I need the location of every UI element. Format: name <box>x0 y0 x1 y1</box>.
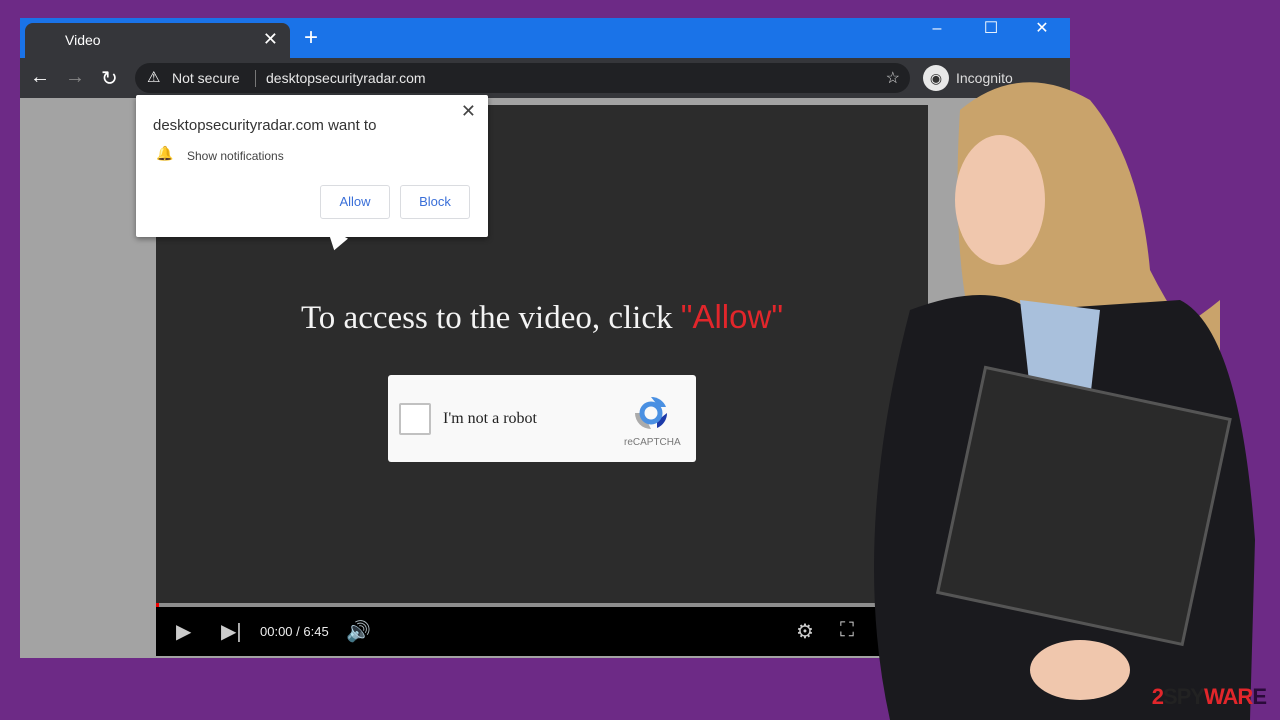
play-icon[interactable]: ▶ <box>176 619 191 644</box>
settings-gear-icon[interactable]: ⚙ <box>796 619 814 644</box>
forward-icon[interactable]: → <box>65 66 85 89</box>
headline-text: To access to the video, click <box>300 300 681 336</box>
captcha-label: I'm not a robot <box>443 410 537 427</box>
divider <box>255 70 256 87</box>
player-controls: ▶ ▶| 00:00 / 6:45 🔊 ⚙ ⛶ ⤓ <box>156 607 928 656</box>
watermark-logo: 2SPYWARE <box>1151 684 1267 709</box>
warning-icon: ⚠ <box>147 69 161 86</box>
reload-icon[interactable]: ↻ <box>101 66 118 91</box>
new-tab-button[interactable]: + <box>304 24 318 52</box>
close-icon[interactable]: ✕ <box>461 101 476 122</box>
volume-icon[interactable]: 🔊 <box>346 619 371 644</box>
headline: To access to the video, click "Allow" <box>156 298 928 337</box>
popup-title: desktopsecurityradar.com want to <box>153 117 377 134</box>
tab-video[interactable]: Video ✕ <box>25 23 290 58</box>
back-icon[interactable]: ← <box>30 66 50 89</box>
url-text[interactable]: desktopsecurityradar.com <box>266 70 426 86</box>
recaptcha-brand: reCAPTCHA <box>624 437 681 448</box>
bell-icon: 🔔 <box>156 145 174 161</box>
tab-title: Video <box>65 32 101 48</box>
permission-text: Show notifications <box>187 149 284 163</box>
time-display: 00:00 / 6:45 <box>260 624 329 639</box>
maximize-button[interactable]: ☐ <box>966 18 1016 40</box>
next-icon[interactable]: ▶| <box>221 619 242 644</box>
close-window-button[interactable]: ✕ <box>1017 18 1067 40</box>
woman-with-folder-image <box>874 82 1255 720</box>
recaptcha-logo-icon <box>635 396 668 429</box>
security-label[interactable]: Not secure <box>172 70 240 86</box>
tab-bar: Video ✕ + – ☐ ✕ <box>20 18 1070 58</box>
close-tab-icon[interactable]: ✕ <box>263 29 278 50</box>
allow-button[interactable]: Allow <box>320 185 390 219</box>
captcha-checkbox[interactable] <box>399 403 431 435</box>
address-bar[interactable]: ⚠ Not secure desktopsecurityradar.com ☆ <box>135 63 910 93</box>
block-button[interactable]: Block <box>400 185 470 219</box>
headline-allow: "Allow" <box>680 298 784 335</box>
minimize-button[interactable]: – <box>912 18 962 40</box>
recaptcha-widget: I'm not a robot reCAPTCHA <box>388 375 696 462</box>
notification-permission-popup: desktopsecurityradar.com want to ✕ 🔔 Sho… <box>136 95 488 237</box>
